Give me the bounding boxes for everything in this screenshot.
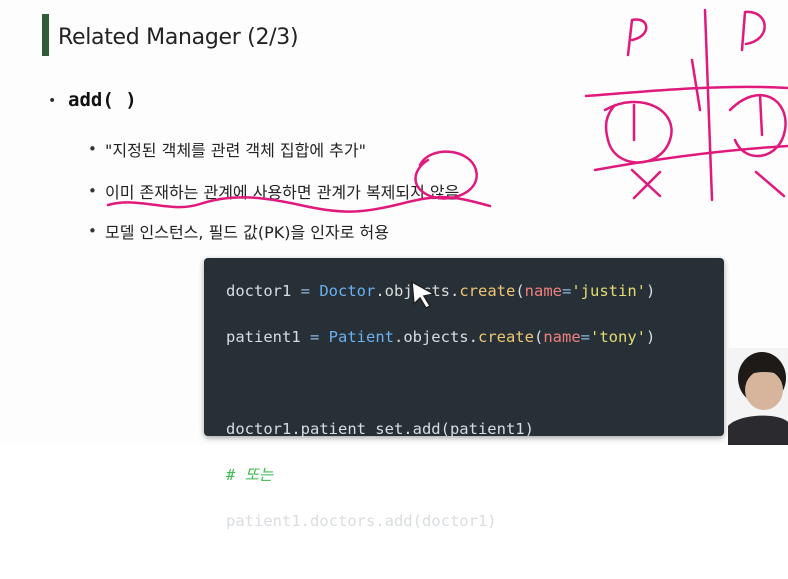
code-comment: # 또는 [226, 466, 274, 484]
pointer-cursor-icon [411, 280, 437, 309]
code-line-6: patient1.doctors.add(doctor1) [226, 512, 497, 530]
presenter-webcam [728, 348, 788, 445]
slide: Related Manager (2/3) • add( ) • "지정된 객체… [0, 0, 788, 530]
pen-annotations [106, 8, 788, 213]
